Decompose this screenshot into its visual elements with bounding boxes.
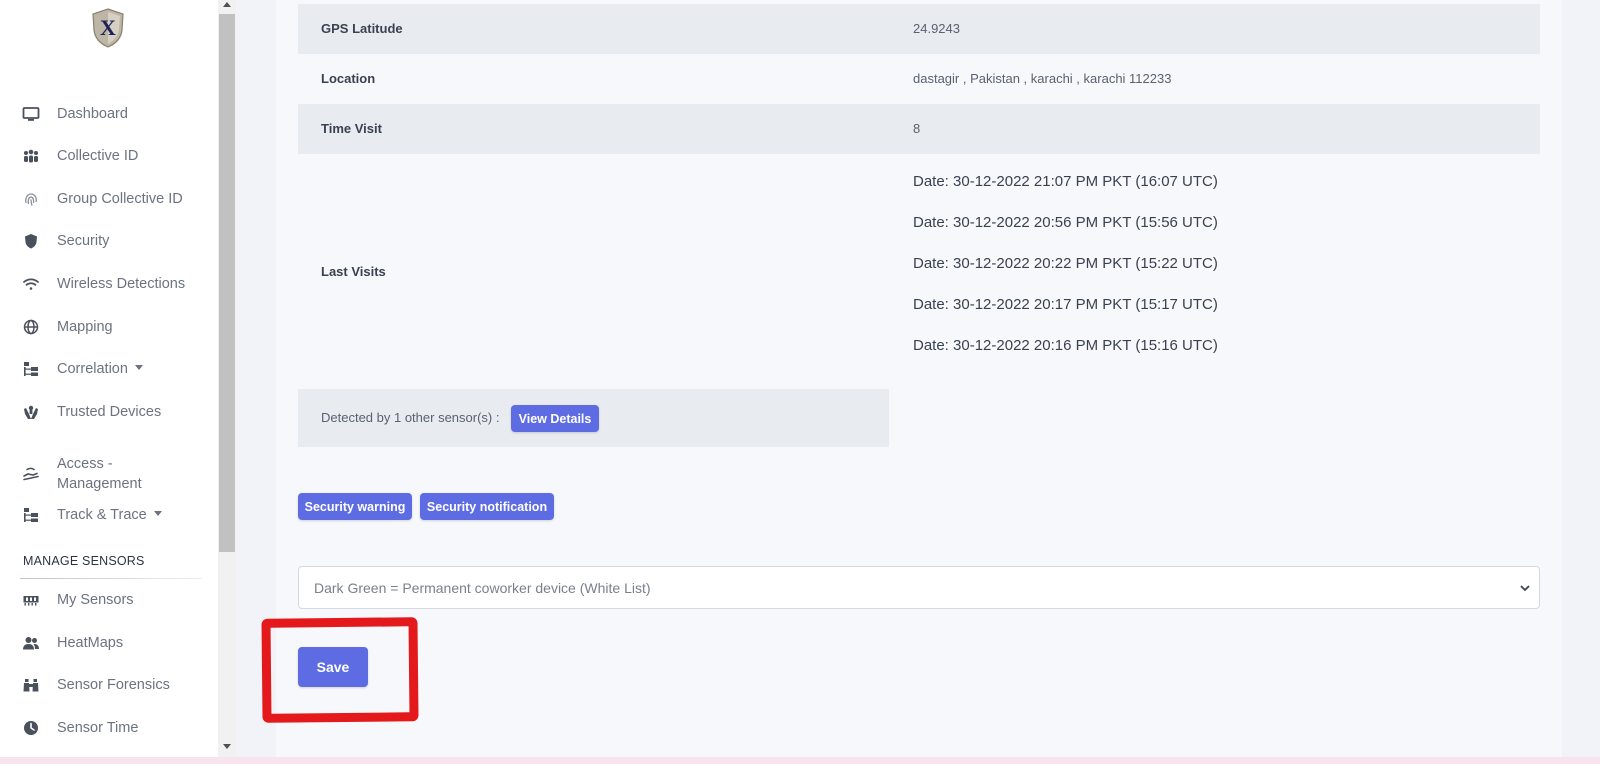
sidebar-item-label: HeatMaps [57,635,124,651]
sidebar-item-my-sensors[interactable]: My Sensors [0,585,218,615]
sidebar-item-label: Collective ID [57,148,139,164]
users-icon [21,633,41,653]
sidebar-item-sensor-forensics[interactable]: Sensor Forensics [0,670,218,700]
sidebar-item-security[interactable]: Security [0,226,218,256]
sidebar-item-label: My Sensors [57,592,134,608]
detail-label: Time Visit [321,121,382,136]
sidebar-item-sensor-time[interactable]: Sensor Time [0,713,218,743]
sidebar-item-heatmaps[interactable]: HeatMaps [0,628,218,658]
sidebar-item-label: Mapping [57,319,113,335]
sidebar-item-label: Dashboard [57,106,128,122]
sitemap-icon [21,505,41,525]
scroll-down-arrow-icon[interactable] [223,744,231,749]
people-group-icon [21,146,41,166]
sidebar: X Dashboard Collective ID Group Collecti… [0,0,218,764]
sidebar-scrollbar[interactable] [218,0,236,764]
detected-by-text: Detected by 1 other sensor(s) : [321,410,500,425]
sitemap-icon [21,359,41,379]
logo[interactable]: X [91,8,125,48]
detail-row-location: Location dastagir , Pakistan , karachi ,… [298,54,1540,104]
monitor-icon [21,104,41,124]
memory-icon [21,590,41,610]
sidebar-item-dashboard[interactable]: Dashboard [0,99,218,129]
clock-icon [21,718,41,738]
caret-down-icon [134,364,143,370]
last-visit-entry: Date: 30-12-2022 20:16 PM PKT (15:16 UTC… [913,337,1218,354]
binoculars-icon [21,675,41,695]
last-visit-entry: Date: 30-12-2022 20:56 PM PKT (15:56 UTC… [913,214,1218,231]
sidebar-item-track-trace[interactable]: Track & Trace [0,500,218,530]
sidebar-item-label: Wireless Detections [57,276,186,292]
detail-row-time-visit: Time Visit 8 [298,104,1540,154]
last-visit-entry: Date: 30-12-2022 20:22 PM PKT (15:22 UTC… [913,255,1218,272]
scroll-up-arrow-icon[interactable] [223,2,231,7]
hand-holding-icon [21,464,41,484]
sidebar-item-wireless-detections[interactable]: Wireless Detections [0,269,218,299]
sidebar-item-label: Security [57,233,110,249]
shield-icon [21,231,41,251]
section-divider [20,578,202,579]
fingerprint-icon [21,189,41,209]
security-notification-button[interactable]: Security notification [420,493,554,520]
sidebar-item-label: Sensor Time [57,720,139,736]
sidebar-item-correlation[interactable]: Correlation [0,354,218,384]
sidebar-item-group-collective-id[interactable]: Group Collective ID [0,184,218,214]
security-warning-button[interactable]: Security warning [298,493,412,520]
red-highlight-annotation [261,617,419,723]
sidebar-item-label: Sensor Forensics [57,677,170,693]
sidebar-item-mapping[interactable]: Mapping [0,312,218,342]
detail-row-gps-latitude: GPS Latitude 24.9243 [298,4,1540,54]
bottom-strip [0,757,1600,764]
select-value: Dark Green = Permanent coworker device (… [314,580,651,596]
detail-value: 8 [913,121,921,136]
sidebar-item-trusted-devices[interactable]: Trusted Devices [0,397,218,427]
device-category-select[interactable]: Dark Green = Permanent coworker device (… [298,566,1540,609]
caret-down-icon [153,510,162,516]
detail-value: dastagir , Pakistan , karachi , karachi … [913,71,1172,86]
detail-label: Location [321,71,376,86]
globe-icon [21,317,41,337]
last-visit-entry: Date: 30-12-2022 21:07 PM PKT (16:07 UTC… [913,173,1218,190]
sidebar-item-label: Access - Management [57,456,142,492]
detail-label: GPS Latitude [321,21,403,36]
sidebar-item-access-management[interactable]: Access - Management [0,452,218,496]
sidebar-item-label: Group Collective ID [57,191,183,207]
sidebar-item-collective-id[interactable]: Collective ID [0,141,218,171]
detail-value: 24.9243 [913,21,960,36]
svg-text:X: X [100,15,116,40]
chevron-down-icon [1520,585,1530,592]
sidebar-item-label: Track & Trace [57,507,162,523]
sidebar-item-label: Trusted Devices [57,404,162,420]
sidebar-item-label: Correlation [57,361,143,377]
scrollbar-thumb[interactable] [219,14,235,552]
detail-label: Last Visits [321,264,386,279]
wifi-icon [21,274,41,294]
hands-helping-icon [21,402,41,422]
section-heading-manage-sensors: MANAGE SENSORS [23,554,145,568]
shield-logo-icon: X [92,8,124,48]
view-details-button[interactable]: View Details [511,405,599,432]
last-visit-entry: Date: 30-12-2022 20:17 PM PKT (15:17 UTC… [913,296,1218,313]
